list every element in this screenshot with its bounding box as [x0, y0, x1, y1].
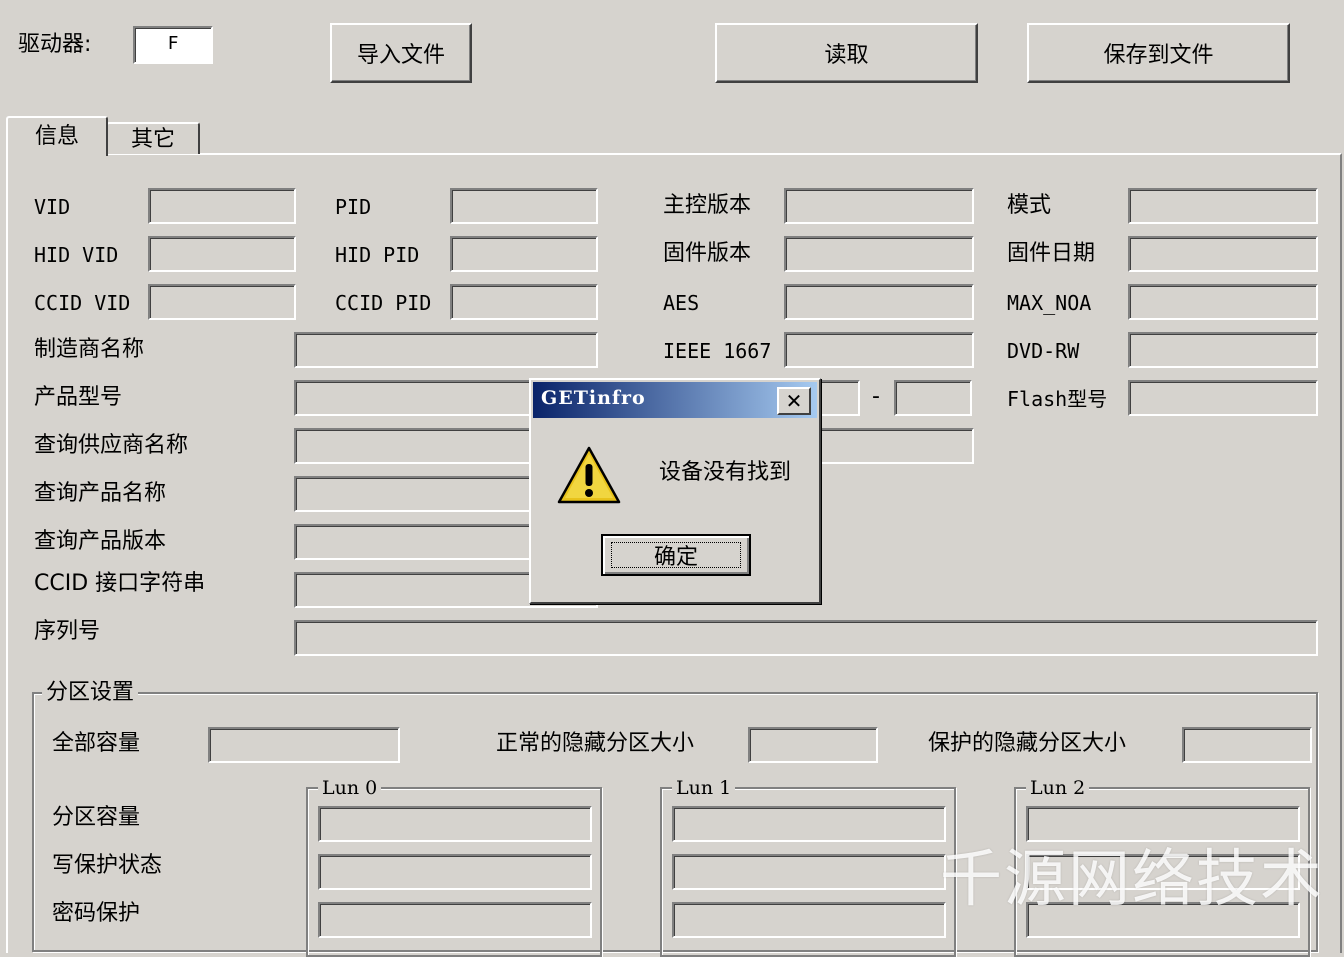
ccid-vid-field[interactable]	[148, 284, 296, 320]
ccid-vid-label: CCID VID	[34, 291, 131, 315]
write-protect-label: 写保护状态	[52, 853, 163, 878]
query-vendor-label: 查询供应商名称	[34, 433, 189, 458]
aes-field[interactable]	[784, 284, 974, 320]
protected-hidden-label: 保护的隐藏分区大小	[928, 731, 1127, 756]
hid-pid-field[interactable]	[450, 236, 598, 272]
query-product-version-label: 查询产品版本	[34, 529, 167, 554]
normal-hidden-field[interactable]	[748, 727, 878, 763]
ok-button[interactable]: 确定	[601, 534, 751, 576]
partition-capacity-label: 分区容量	[52, 805, 141, 830]
ccid-pid-field[interactable]	[450, 284, 598, 320]
manufacturer-label: 制造商名称	[34, 337, 145, 362]
import-file-button[interactable]: 导入文件	[330, 23, 472, 83]
max-noa-label: MAX_NOA	[1007, 291, 1092, 315]
tab-info[interactable]: 信息	[6, 116, 108, 156]
vid-label: VID	[34, 195, 71, 219]
dialog-title: GETinfro	[541, 387, 646, 409]
total-capacity-label: 全部容量	[52, 731, 141, 756]
ieee-label: IEEE 1667	[663, 339, 772, 363]
lun-1-capacity-field[interactable]	[672, 806, 946, 842]
firmware-version-label: 固件版本	[663, 241, 752, 266]
ccid-pid-label: CCID PID	[335, 291, 432, 315]
product-model-label: 产品型号	[34, 385, 123, 410]
read-button[interactable]: 读取	[715, 23, 978, 83]
dvd-rw-field[interactable]	[1128, 332, 1318, 368]
flash-model-label: Flash型号	[1007, 387, 1108, 411]
lun-0-write-protect-field[interactable]	[318, 854, 592, 890]
ok-focus-ring	[611, 542, 741, 568]
lun-0-password-field[interactable]	[318, 902, 592, 938]
hid-pid-label: HID PID	[335, 243, 420, 267]
close-icon: ✕	[785, 389, 803, 413]
lun-1-password-field[interactable]	[672, 902, 946, 938]
firmware-date-label: 固件日期	[1007, 241, 1096, 266]
normal-hidden-label: 正常的隐藏分区大小	[496, 731, 695, 756]
lun-2-title: Lun 2	[1026, 776, 1090, 800]
partition-group-title: 分区设置	[42, 681, 139, 705]
total-capacity-field[interactable]	[208, 727, 400, 763]
protected-hidden-field[interactable]	[1182, 727, 1312, 763]
dvd-rw-label: DVD-RW	[1007, 339, 1080, 363]
hid-vid-label: HID VID	[34, 243, 119, 267]
pid-field[interactable]	[450, 188, 598, 224]
firmware-date-field[interactable]	[1128, 236, 1318, 272]
tab-other[interactable]: 其它	[106, 122, 200, 154]
drive-input[interactable]: F	[133, 26, 213, 64]
drive-label: 驱动器:	[18, 32, 92, 57]
lun-0-title: Lun 0	[318, 776, 382, 800]
max-noa-field[interactable]	[1128, 284, 1318, 320]
dash-label: -	[872, 384, 880, 409]
hid-vid-field[interactable]	[148, 236, 296, 272]
serial-field[interactable]	[294, 620, 1318, 656]
ieee-field[interactable]	[784, 332, 974, 368]
pid-label: PID	[335, 195, 372, 219]
product-model-suffix-field[interactable]	[894, 380, 972, 416]
aes-label: AES	[663, 291, 700, 315]
ccid-interface-label: CCID 接口字符串	[34, 571, 206, 596]
firmware-version-field[interactable]	[784, 236, 974, 272]
lun-0-capacity-field[interactable]	[318, 806, 592, 842]
lun-1-title: Lun 1	[672, 776, 736, 800]
controller-version-field[interactable]	[784, 188, 974, 224]
dialog-titlebar[interactable]: GETinfro ✕	[533, 382, 817, 418]
query-product-name-label: 查询产品名称	[34, 481, 167, 506]
mode-field[interactable]	[1128, 188, 1318, 224]
flash-model-field[interactable]	[1128, 380, 1318, 416]
mode-label: 模式	[1007, 193, 1052, 218]
lun-1-write-protect-field[interactable]	[672, 854, 946, 890]
serial-label: 序列号	[34, 619, 101, 644]
password-protect-label: 密码保护	[52, 901, 141, 926]
manufacturer-field[interactable]	[294, 332, 598, 368]
watermark: 千源网络技术	[940, 842, 1325, 915]
controller-version-label: 主控版本	[663, 193, 752, 218]
getinfro-dialog: GETinfro ✕ 设备没有找到 确定	[529, 378, 821, 604]
warning-icon	[557, 446, 621, 504]
dialog-message: 设备没有找到	[659, 460, 792, 485]
save-to-file-button[interactable]: 保存到文件	[1027, 23, 1290, 83]
dialog-close-button[interactable]: ✕	[777, 387, 811, 415]
vid-field[interactable]	[148, 188, 296, 224]
